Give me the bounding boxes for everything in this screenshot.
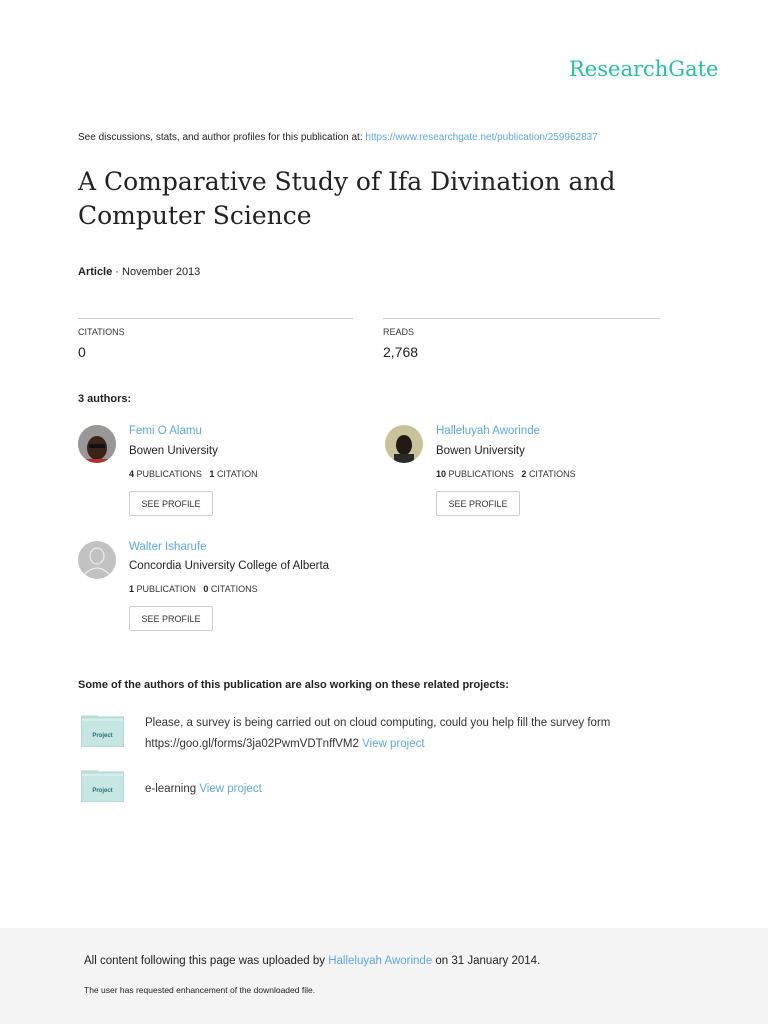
citations-label: CITATIONS xyxy=(78,327,125,337)
cites-count: 2 xyxy=(521,469,527,479)
uploader-link[interactable]: Halleluyah Aworinde xyxy=(328,955,432,967)
enhancement-note: The user has requested enhancement of th… xyxy=(84,985,316,995)
author-name[interactable]: Walter Isharufe xyxy=(129,541,207,553)
see-profile-button[interactable]: SEE PROFILE xyxy=(436,491,520,516)
pubs-label: PUBLICATION xyxy=(136,584,196,594)
author-institution: Concordia University College of Alberta xyxy=(129,560,330,572)
discussion-text: See discussions, stats, and author profi… xyxy=(78,132,366,143)
upload-suffix: on 31 January 2014. xyxy=(432,955,541,967)
publication-date: · November 2013 xyxy=(112,266,201,278)
pubs-label: PUBLICATIONS xyxy=(448,469,514,479)
svg-text:Project: Project xyxy=(92,788,112,794)
author-institution: Bowen University xyxy=(436,445,525,457)
publication-link[interactable]: https://www.researchgate.net/publication… xyxy=(365,132,597,143)
cites-label: CITATIONS xyxy=(210,584,258,594)
reads-value: 2,768 xyxy=(383,344,419,360)
see-profile-button[interactable]: SEE PROFILE xyxy=(129,491,213,516)
cites-label: CITATIONS xyxy=(528,469,576,479)
avatar[interactable] xyxy=(78,425,116,463)
authors-heading: 3 authors: xyxy=(78,393,132,405)
discussion-line: See discussions, stats, and author profi… xyxy=(78,132,598,143)
default-user-icon xyxy=(78,541,116,579)
footer xyxy=(0,928,768,1024)
project-description: Please, a survey is being carried out on… xyxy=(145,717,611,729)
project-description: e-learning xyxy=(145,783,200,795)
project-url: https://goo.gl/forms/3ja02PwmVDTnffVM2 xyxy=(145,738,363,750)
upload-prefix: All content following this page was uplo… xyxy=(84,955,329,967)
author-photo-icon xyxy=(385,425,423,463)
publication-type: Article xyxy=(78,266,113,278)
pubs-count: 10 xyxy=(436,469,447,479)
view-project-link[interactable]: View project xyxy=(362,738,424,750)
author-photo-icon xyxy=(78,425,116,463)
divider xyxy=(78,318,353,319)
project-folder-icon: Project xyxy=(80,770,125,803)
author-name[interactable]: Halleluyah Aworinde xyxy=(436,425,540,437)
divider xyxy=(383,318,660,319)
publication-title: A Comparative Study of Ifa Divination an… xyxy=(78,167,616,230)
pubs-label: PUBLICATIONS xyxy=(136,469,202,479)
citations-value: 0 xyxy=(78,344,86,360)
researchgate-logo: ResearchGate xyxy=(569,57,719,81)
see-profile-button[interactable]: SEE PROFILE xyxy=(129,606,213,631)
project-item: Please, a survey is being carried out on… xyxy=(145,713,610,755)
reads-label: READS xyxy=(383,327,415,337)
pubs-count: 1 xyxy=(129,584,135,594)
project-item: e-learning View project xyxy=(145,779,262,800)
pubs-count: 4 xyxy=(129,469,135,479)
author-stats: 4 PUBLICATIONS 1 CITATION xyxy=(129,469,258,479)
project-folder-icon: Project xyxy=(80,715,125,748)
avatar[interactable] xyxy=(385,425,423,463)
upload-note: All content following this page was uplo… xyxy=(84,955,540,967)
avatar[interactable] xyxy=(78,541,116,579)
author-name[interactable]: Femi O Alamu xyxy=(129,425,202,437)
view-project-link[interactable]: View project xyxy=(199,783,261,795)
cites-label: CITATION xyxy=(216,469,258,479)
author-stats: 10 PUBLICATIONS 2 CITATIONS xyxy=(436,469,576,479)
cites-count: 0 xyxy=(203,584,209,594)
svg-text:Project: Project xyxy=(92,733,112,739)
cites-count: 1 xyxy=(209,469,215,479)
publication-meta: Article · November 2013 xyxy=(78,266,200,278)
projects-heading: Some of the authors of this publication … xyxy=(78,679,509,691)
author-stats: 1 PUBLICATION 0 CITATIONS xyxy=(129,584,258,594)
author-institution: Bowen University xyxy=(129,445,218,457)
